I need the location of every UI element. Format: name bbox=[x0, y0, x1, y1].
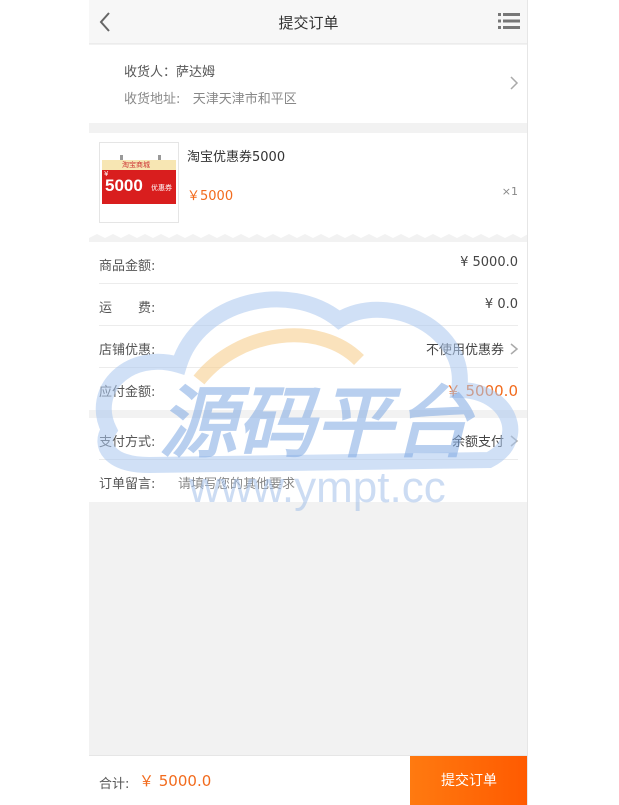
goods-amount-label: 商品金额: bbox=[99, 259, 156, 274]
menu-list-icon[interactable] bbox=[498, 11, 520, 31]
submit-order-button[interactable]: 提交订单 bbox=[410, 756, 527, 805]
payment-method-label: 支付方式: bbox=[99, 435, 156, 450]
order-details: 商品金额: ¥ 5000.0 运 费: ¥ 0.0 店铺优惠: 不使用优惠券 应… bbox=[89, 242, 527, 502]
product-item[interactable]: 淘宝商城 ¥ 5000 优惠券 淘宝优惠券5000 ￥5000 ×1 bbox=[89, 133, 527, 233]
product-quantity: ×1 bbox=[501, 185, 518, 198]
goods-amount-value: ¥ 5000.0 bbox=[460, 255, 518, 270]
payment-method-value: 余额支付 bbox=[451, 435, 504, 450]
order-message-input[interactable]: 请填写您的其他要求 bbox=[178, 473, 295, 492]
coupon-tag: 优惠券 bbox=[151, 184, 172, 192]
shop-discount-value: 不使用优惠券 bbox=[425, 343, 504, 358]
order-message-row: 订单留言: 请填写您的其他要求 bbox=[89, 460, 527, 502]
shop-discount-row[interactable]: 店铺优惠: 不使用优惠券 bbox=[89, 326, 527, 368]
chevron-right-icon bbox=[509, 433, 519, 447]
total-value: ￥ 5000.0 bbox=[139, 772, 212, 790]
payable-amount-value: ￥ 5000.0 bbox=[445, 382, 518, 400]
product-price: ￥5000 bbox=[187, 189, 234, 204]
coupon-band-text: 淘宝商城 bbox=[122, 161, 150, 169]
shop-discount-label: 店铺优惠: bbox=[99, 343, 156, 358]
chevron-right-icon bbox=[508, 75, 520, 91]
product-name: 淘宝优惠券5000 bbox=[187, 150, 286, 165]
coupon-image: 淘宝商城 ¥ 5000 优惠券 bbox=[102, 160, 176, 204]
address-row: 收货地址: 天津天津市和平区 bbox=[124, 88, 297, 107]
product-thumbnail: 淘宝商城 ¥ 5000 优惠券 bbox=[99, 142, 179, 223]
shipping-fee-row: 运 费: ¥ 0.0 bbox=[89, 284, 527, 326]
receiver-name: 萨达姆 bbox=[176, 65, 216, 80]
top-bar: 提交订单 bbox=[89, 0, 527, 44]
coupon-amount: 5000 bbox=[105, 176, 143, 195]
payable-amount-row: 应付金额: ￥ 5000.0 bbox=[89, 368, 527, 410]
shipping-fee-value: ¥ 0.0 bbox=[484, 297, 518, 312]
address-label: 收货地址: bbox=[124, 92, 181, 107]
shipping-fee-label: 运 费: bbox=[99, 301, 156, 316]
section-gap bbox=[89, 410, 527, 418]
shipping-address-card[interactable]: 收货人：萨达姆 收货地址: 天津天津市和平区 bbox=[89, 45, 527, 123]
receiver-label: 收货人： bbox=[124, 65, 177, 80]
chevron-right-icon bbox=[509, 341, 519, 355]
receiver-row: 收货人：萨达姆 bbox=[124, 61, 215, 80]
page-title: 提交订单 bbox=[278, 14, 339, 32]
bottom-bar: 合计: ￥ 5000.0 提交订单 bbox=[89, 755, 527, 805]
zigzag-divider bbox=[89, 232, 527, 240]
order-message-label: 订单留言: bbox=[99, 477, 156, 492]
address-value: 天津天津市和平区 bbox=[192, 92, 297, 107]
payable-amount-label: 应付金额: bbox=[99, 385, 156, 400]
goods-amount-row: 商品金额: ¥ 5000.0 bbox=[89, 242, 527, 284]
total-label: 合计: bbox=[99, 777, 130, 792]
app-screen: 提交订单 收货人：萨达姆 收货地址: 天津天津市和平区 淘宝商城 ¥ 5000 … bbox=[89, 0, 528, 805]
payment-method-row[interactable]: 支付方式: 余额支付 bbox=[89, 418, 527, 460]
